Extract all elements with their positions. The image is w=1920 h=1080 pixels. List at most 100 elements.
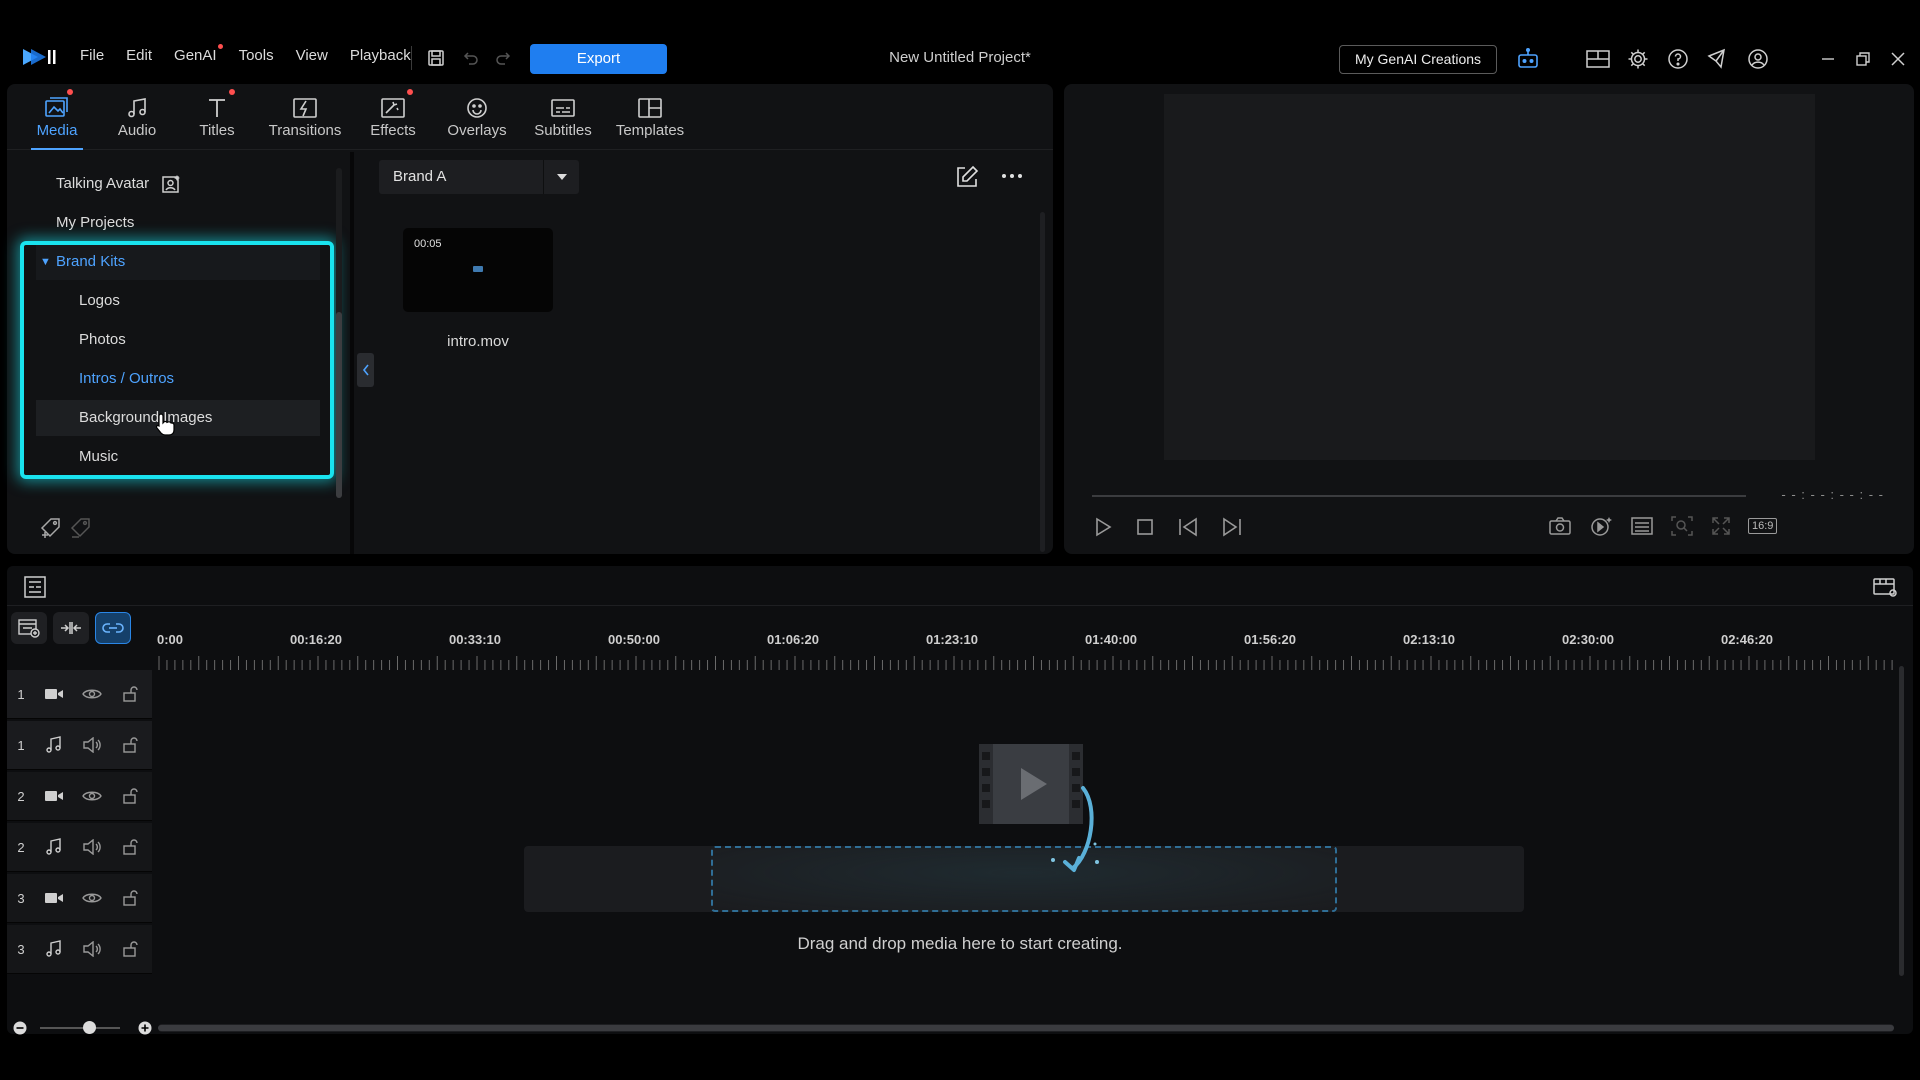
ruler-label: 00:33:10 bbox=[448, 632, 502, 647]
timeline-ruler[interactable]: 0:00 00:16:20 00:33:10 00:50:00 01:06:20… bbox=[157, 632, 1897, 656]
timeline-settings-icon[interactable] bbox=[1872, 575, 1898, 599]
menu-edit[interactable]: Edit bbox=[126, 47, 152, 64]
preview-seekbar[interactable] bbox=[1092, 495, 1746, 497]
tab-titles[interactable]: Titles bbox=[177, 84, 257, 149]
timeline-vertical-scrollbar[interactable] bbox=[1899, 666, 1904, 976]
feedback-icon[interactable] bbox=[1705, 46, 1731, 72]
video-camera-icon bbox=[35, 891, 73, 905]
tab-label: Titles bbox=[199, 122, 235, 139]
help-icon[interactable] bbox=[1665, 46, 1691, 72]
quality-icon[interactable] bbox=[1588, 515, 1614, 537]
library-scrollbar[interactable] bbox=[1040, 212, 1045, 552]
unlock-icon[interactable] bbox=[111, 889, 149, 907]
zoom-out-icon[interactable] bbox=[12, 1020, 28, 1036]
play-icon[interactable] bbox=[1092, 516, 1114, 538]
tab-overlays[interactable]: Overlays bbox=[433, 84, 521, 149]
save-icon[interactable] bbox=[423, 45, 449, 71]
my-genai-creations-button[interactable]: My GenAI Creations bbox=[1339, 45, 1497, 74]
room-tabs: Media Audio Titles Transitions Effects O… bbox=[7, 84, 1053, 150]
thumbnail-preview bbox=[473, 266, 483, 272]
more-options-icon[interactable] bbox=[1001, 172, 1023, 180]
clip-thumbnail[interactable]: 00:05 bbox=[403, 228, 553, 312]
app-logo-icon bbox=[22, 46, 58, 68]
subtitles-icon bbox=[550, 94, 576, 122]
remove-tag-icon[interactable] bbox=[69, 516, 93, 540]
export-button[interactable]: Export bbox=[530, 44, 667, 74]
ai-assistant-icon[interactable] bbox=[1515, 46, 1541, 72]
unlock-icon[interactable] bbox=[111, 838, 149, 856]
ruler-label: 0:00 bbox=[157, 632, 184, 647]
speaker-icon[interactable] bbox=[73, 839, 111, 855]
tab-audio[interactable]: Audio bbox=[97, 84, 177, 149]
settings-gear-icon[interactable] bbox=[1625, 46, 1651, 72]
unlock-icon[interactable] bbox=[111, 685, 149, 703]
display-settings-icon[interactable] bbox=[1630, 515, 1654, 537]
add-track-button[interactable] bbox=[11, 612, 47, 644]
track-number: 1 bbox=[17, 737, 25, 753]
unlock-icon[interactable] bbox=[111, 787, 149, 805]
fullscreen-icon[interactable] bbox=[1710, 515, 1732, 537]
track-header-video-2[interactable]: 2 bbox=[7, 772, 152, 821]
timeline-horizontal-scrollbar[interactable] bbox=[158, 1024, 1894, 1032]
close-icon[interactable] bbox=[1885, 46, 1911, 72]
dropdown-value: Brand A bbox=[393, 168, 447, 185]
previous-frame-icon[interactable] bbox=[1176, 516, 1200, 538]
panel-divider bbox=[350, 152, 354, 554]
undo-icon[interactable] bbox=[457, 45, 483, 71]
next-frame-icon[interactable] bbox=[1220, 516, 1244, 538]
tab-transitions[interactable]: Transitions bbox=[257, 84, 353, 149]
zoom-in-icon[interactable] bbox=[137, 1020, 153, 1036]
tab-effects[interactable]: Effects bbox=[353, 84, 433, 149]
zoom-slider-track[interactable] bbox=[40, 1027, 120, 1029]
eye-icon[interactable] bbox=[73, 687, 111, 701]
collapse-tree-button[interactable] bbox=[357, 353, 374, 387]
fit-timeline-button[interactable] bbox=[53, 612, 89, 644]
add-tag-icon[interactable] bbox=[39, 516, 63, 540]
brand-kits-highlight bbox=[20, 241, 334, 479]
edit-icon[interactable] bbox=[954, 164, 980, 190]
tree-scrollbar[interactable] bbox=[336, 168, 342, 498]
stop-icon[interactable] bbox=[1134, 516, 1156, 538]
unlock-icon[interactable] bbox=[111, 736, 149, 754]
track-header-video-3[interactable]: 3 bbox=[7, 874, 152, 923]
speaker-icon[interactable] bbox=[73, 737, 111, 753]
snapshot-camera-icon[interactable] bbox=[1548, 515, 1572, 537]
clip-duration: 00:05 bbox=[414, 238, 442, 250]
title-bar: File Edit GenAI Tools View Playback Expo… bbox=[0, 0, 1920, 84]
media-library-panel: Media Audio Titles Transitions Effects O… bbox=[7, 84, 1053, 554]
track-header-video-1[interactable]: 1 bbox=[7, 670, 152, 719]
ruler-label: 02:30:00 bbox=[1561, 632, 1615, 647]
tab-media[interactable]: Media bbox=[17, 84, 97, 150]
magnetic-snap-button[interactable] bbox=[95, 612, 131, 644]
track-header-audio-2[interactable]: 2 bbox=[7, 823, 152, 872]
menu-playback[interactable]: Playback bbox=[350, 47, 411, 64]
restore-icon[interactable] bbox=[1850, 46, 1876, 72]
menu-genai[interactable]: GenAI bbox=[174, 44, 223, 64]
zoom-preview-icon[interactable] bbox=[1670, 515, 1694, 537]
toolbar-divider bbox=[411, 46, 412, 70]
timeline-header bbox=[7, 566, 1913, 606]
menu-tools[interactable]: Tools bbox=[239, 47, 274, 64]
zoom-slider-knob[interactable] bbox=[83, 1021, 96, 1034]
timeline-panel: 0:00 00:16:20 00:33:10 00:50:00 01:06:20… bbox=[7, 566, 1913, 1034]
redo-icon[interactable] bbox=[491, 45, 517, 71]
eye-icon[interactable] bbox=[73, 789, 111, 803]
layout-icon[interactable] bbox=[1585, 46, 1611, 72]
ruler-label: 00:50:00 bbox=[607, 632, 661, 647]
menu-view[interactable]: View bbox=[296, 47, 328, 64]
transitions-icon bbox=[292, 94, 318, 122]
account-icon[interactable] bbox=[1745, 46, 1771, 72]
tab-templates[interactable]: Templates bbox=[605, 84, 695, 149]
storyboard-view-icon[interactable] bbox=[23, 575, 47, 599]
film-drop-icon bbox=[971, 744, 1131, 874]
brand-kit-dropdown[interactable]: Brand A bbox=[379, 160, 579, 194]
tree-item-my-projects[interactable]: My Projects bbox=[7, 205, 327, 241]
minimize-icon[interactable] bbox=[1815, 46, 1841, 72]
tab-label: Overlays bbox=[447, 122, 507, 139]
eye-icon[interactable] bbox=[73, 891, 111, 905]
tree-item-talking-avatar[interactable]: Talking Avatar bbox=[7, 166, 327, 202]
aspect-ratio-button[interactable]: 16:9 bbox=[1748, 518, 1778, 534]
track-header-audio-1[interactable]: 1 bbox=[7, 721, 152, 770]
tab-subtitles[interactable]: Subtitles bbox=[521, 84, 605, 149]
menu-file[interactable]: File bbox=[80, 47, 104, 64]
